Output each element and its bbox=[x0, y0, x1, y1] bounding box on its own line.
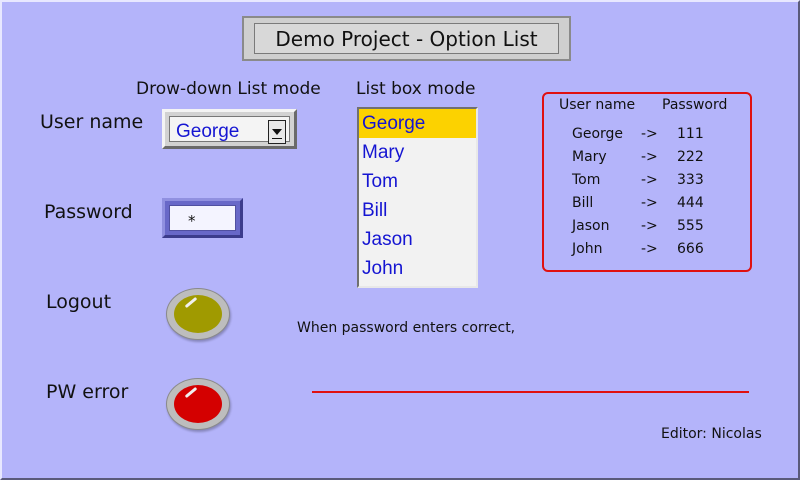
page-title: Demo Project - Option List bbox=[254, 23, 559, 54]
dropdown-selected-value: George bbox=[176, 121, 240, 142]
list-item[interactable]: Mary bbox=[359, 138, 476, 167]
pw-error-lamp bbox=[166, 378, 230, 430]
password-reference-table: User name Password George -> 111 Mary ->… bbox=[542, 92, 752, 272]
lamp-shine-icon bbox=[184, 296, 198, 309]
table-cell-password: 555 bbox=[677, 218, 704, 234]
table-cell-password: 333 bbox=[677, 172, 704, 188]
password-input[interactable]: * bbox=[162, 198, 243, 238]
pw-error-lamp-indicator bbox=[174, 385, 222, 423]
title-panel: Demo Project - Option List bbox=[242, 16, 571, 61]
dropdown-mode-label: Drow-down List mode bbox=[136, 79, 321, 99]
divider-line bbox=[312, 391, 749, 393]
dropdown-arrow-button[interactable] bbox=[268, 120, 286, 144]
user-name-label: User name bbox=[40, 111, 144, 133]
status-message: When password enters correct, bbox=[297, 320, 516, 336]
chevron-down-icon bbox=[272, 129, 282, 135]
table-header-user: User name bbox=[559, 97, 636, 113]
table-cell-arrow: -> bbox=[641, 126, 658, 142]
table-cell-arrow: -> bbox=[641, 172, 658, 188]
logout-label: Logout bbox=[46, 291, 112, 313]
table-cell-user: Tom bbox=[572, 172, 601, 188]
lamp-shine-icon bbox=[184, 386, 198, 399]
list-item[interactable]: John bbox=[359, 254, 476, 283]
table-cell-password: 111 bbox=[677, 126, 704, 142]
table-cell-user: John bbox=[572, 241, 603, 257]
list-item[interactable]: Tom bbox=[359, 167, 476, 196]
password-field[interactable]: * bbox=[169, 205, 236, 231]
table-cell-arrow: -> bbox=[641, 218, 658, 234]
table-cell-arrow: -> bbox=[641, 241, 658, 257]
table-header-password: Password bbox=[662, 97, 728, 113]
list-item[interactable]: George bbox=[359, 109, 476, 138]
logout-lamp[interactable] bbox=[166, 288, 230, 340]
arrow-base-line bbox=[272, 138, 282, 139]
listbox-mode-label: List box mode bbox=[356, 79, 476, 99]
list-item[interactable]: Bill bbox=[359, 196, 476, 225]
table-cell-user: Jason bbox=[572, 218, 610, 234]
user-name-dropdown[interactable]: George bbox=[162, 109, 297, 149]
password-mask: * bbox=[188, 212, 196, 230]
table-cell-password: 444 bbox=[677, 195, 704, 211]
table-cell-user: Bill bbox=[572, 195, 594, 211]
hmi-screen: Demo Project - Option List Drow-down Lis… bbox=[0, 0, 800, 480]
password-label: Password bbox=[44, 201, 133, 223]
table-cell-password: 666 bbox=[677, 241, 704, 257]
dropdown-field[interactable]: George bbox=[169, 116, 290, 144]
user-listbox[interactable]: George Mary Tom Bill Jason John bbox=[357, 107, 478, 288]
editor-credit: Editor: Nicolas bbox=[661, 426, 762, 442]
logout-lamp-indicator bbox=[174, 295, 222, 333]
table-cell-user: Mary bbox=[572, 149, 607, 165]
pw-error-label: PW error bbox=[46, 381, 129, 403]
table-cell-arrow: -> bbox=[641, 149, 658, 165]
table-cell-arrow: -> bbox=[641, 195, 658, 211]
list-item[interactable]: Jason bbox=[359, 225, 476, 254]
table-cell-password: 222 bbox=[677, 149, 704, 165]
table-cell-user: George bbox=[572, 126, 624, 142]
